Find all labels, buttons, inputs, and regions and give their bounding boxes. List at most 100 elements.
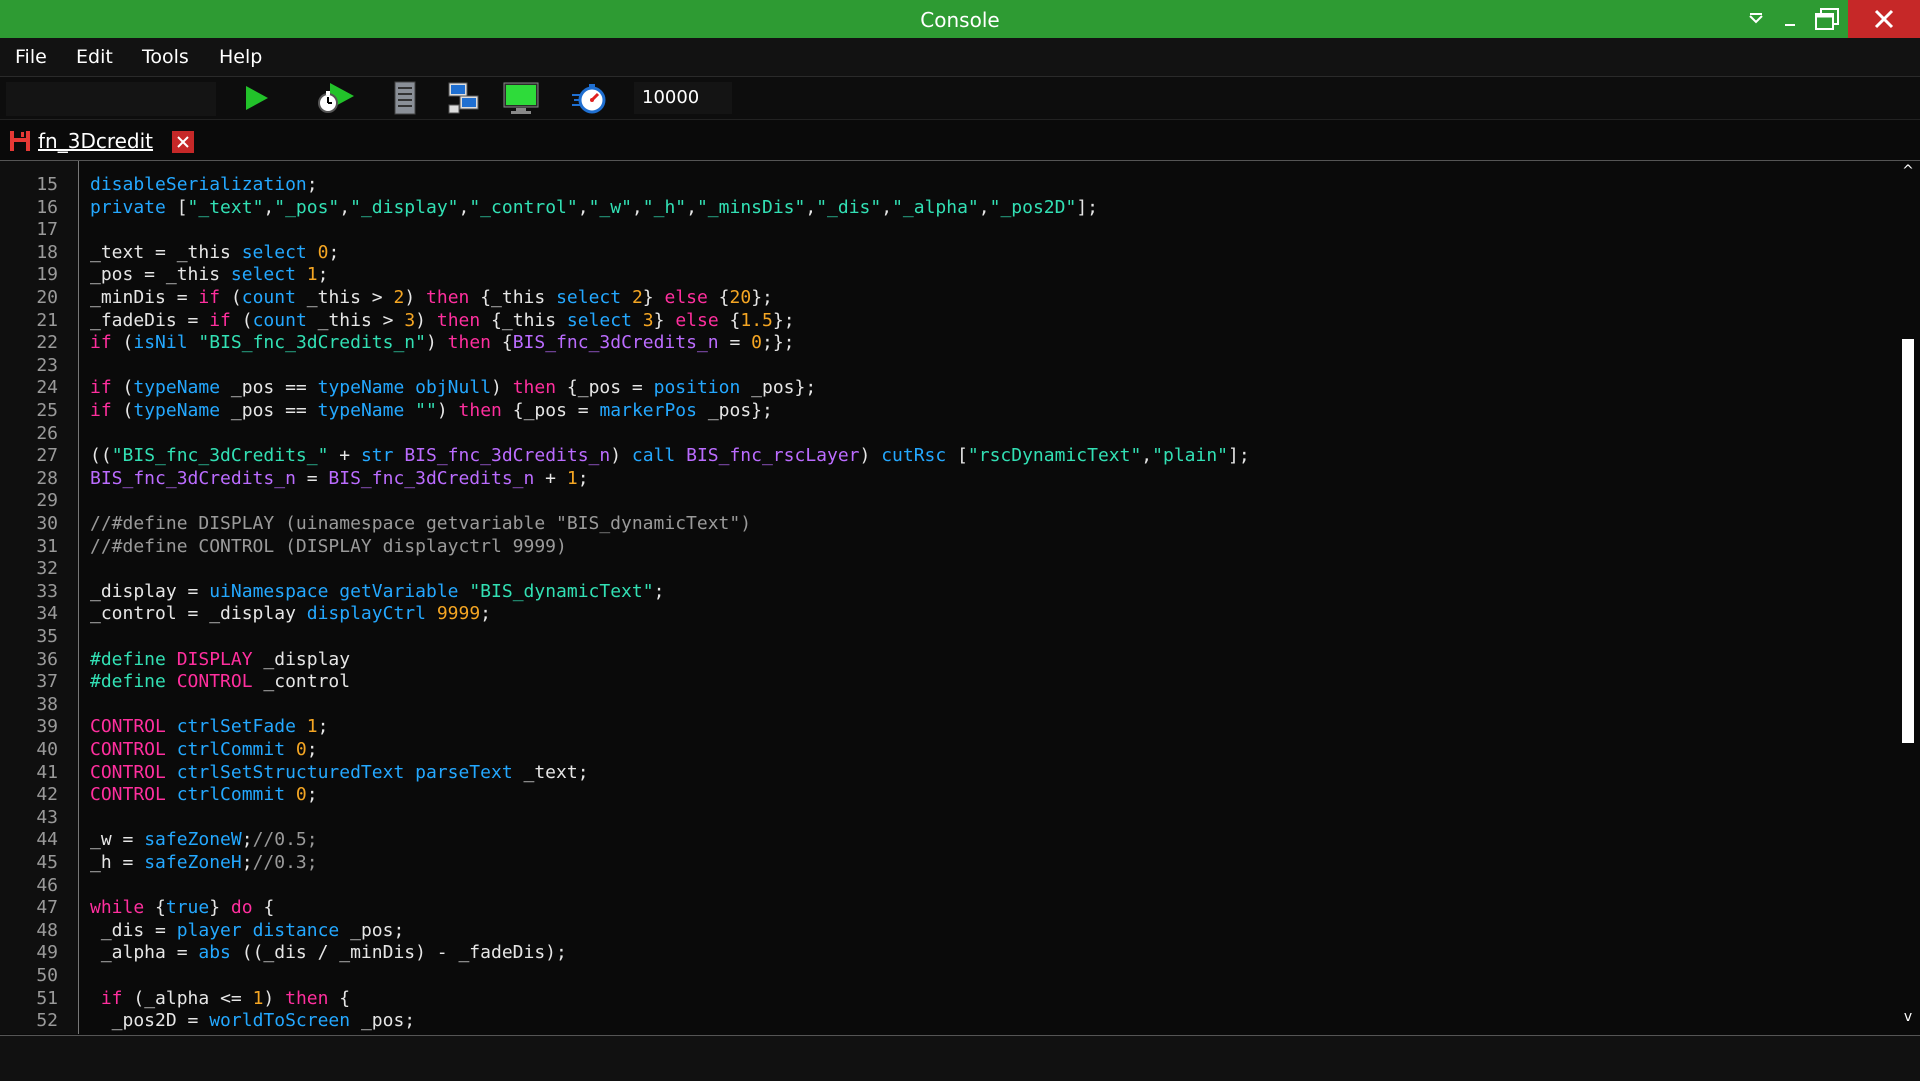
menu-help[interactable]: Help bbox=[219, 38, 262, 76]
code-token: ;}; bbox=[761, 332, 795, 354]
code-editor[interactable]: 15 16 17 18 19 20 21 22 23 24 25 26 27 28 29 30 31 32 33 34… bbox=[0, 161, 1920, 1034]
line-number: 36 bbox=[36, 648, 58, 670]
iteration-count-field[interactable]: 10000 bbox=[634, 82, 732, 114]
code-token: do bbox=[230, 897, 253, 919]
title-bar: Console bbox=[0, 0, 1920, 38]
code-line: //#define DISPLAY (uinamespace getvariab… bbox=[90, 513, 751, 535]
code-token: ( bbox=[220, 287, 242, 308]
code-token: "_pos2D" bbox=[989, 196, 1077, 218]
menu-tools[interactable]: Tools bbox=[142, 38, 189, 76]
scroll-down-icon[interactable]: v bbox=[1896, 1009, 1920, 1025]
code-line: CONTROL ctrlSetStructuredText parseText … bbox=[90, 762, 589, 784]
code-token: + bbox=[328, 445, 361, 467]
code-token: ; bbox=[480, 603, 492, 625]
code-token: ctrlCommit bbox=[176, 739, 286, 760]
code-token: markerPos bbox=[599, 400, 697, 421]
code-line: CONTROL ctrlCommit 0; bbox=[90, 784, 318, 806]
code-token: "_control" bbox=[469, 196, 578, 218]
line-number: 29 bbox=[36, 490, 58, 512]
scroll-up-icon[interactable]: ^ bbox=[1896, 163, 1920, 179]
code-token: (( bbox=[90, 445, 112, 467]
execute-button[interactable] bbox=[240, 81, 272, 115]
code-token: _pos = _this bbox=[90, 264, 231, 286]
code-token: _display bbox=[252, 648, 351, 670]
code-token: BIS_fnc_3dCredits_n bbox=[404, 445, 611, 467]
code-line: while {true} do { bbox=[90, 897, 274, 919]
code-token: typeName bbox=[317, 400, 405, 421]
local-exec-button[interactable] bbox=[502, 81, 540, 115]
line-number: 24 bbox=[36, 377, 58, 399]
dropdown-arrow-icon[interactable] bbox=[1742, 0, 1770, 38]
maximize-button[interactable] bbox=[1810, 0, 1844, 38]
code-token: + bbox=[534, 467, 567, 489]
code-token: ctrlSetFade bbox=[176, 716, 296, 738]
line-number: 22 bbox=[36, 332, 58, 354]
code-token: , bbox=[978, 196, 990, 218]
code-token: = bbox=[295, 467, 329, 489]
search-input[interactable] bbox=[6, 82, 216, 116]
code-token: ; bbox=[317, 716, 329, 738]
code-token: DISPLAY bbox=[176, 648, 253, 670]
line-number: 37 bbox=[36, 671, 58, 693]
code-token: safeZoneH bbox=[144, 852, 242, 873]
code-token: #define bbox=[90, 648, 166, 670]
code-token: , bbox=[631, 196, 643, 218]
minimize-button[interactable] bbox=[1776, 0, 1804, 38]
code-token: ) bbox=[859, 445, 882, 467]
code-token: count bbox=[252, 309, 307, 331]
code-token: ctrlSetStructuredText bbox=[176, 761, 405, 783]
code-token: select bbox=[230, 264, 296, 286]
code-token: distance bbox=[252, 919, 340, 941]
code-token: {_this bbox=[469, 287, 557, 308]
code-token: "_text" bbox=[187, 196, 264, 218]
code-token: ) bbox=[425, 332, 448, 354]
code-token: 0 bbox=[295, 739, 307, 760]
code-token: "_minsDis" bbox=[696, 196, 806, 218]
tab-bar: fn_3Dcredit bbox=[0, 120, 1920, 161]
line-number: 47 bbox=[36, 897, 58, 919]
performance-button[interactable] bbox=[570, 81, 610, 115]
code-token: ((_dis / _minDis) - _fadeDis); bbox=[230, 942, 567, 964]
code-token: 2 bbox=[631, 287, 643, 308]
code-token: 0 bbox=[295, 784, 307, 806]
code-line: private ["_text","_pos","_display","_con… bbox=[90, 197, 1098, 219]
code-token: ; bbox=[306, 174, 318, 195]
code-line: CONTROL ctrlCommit 0; bbox=[90, 739, 318, 761]
code-token: { bbox=[328, 987, 351, 1009]
tab-fn-3dcredit[interactable]: fn_3Dcredit bbox=[8, 126, 153, 156]
save-icon bbox=[10, 131, 30, 151]
code-area[interactable]: disableSerialization; private ["_text","_… bbox=[90, 161, 1880, 1034]
code-token: CONTROL bbox=[90, 784, 166, 806]
close-icon bbox=[1874, 9, 1894, 29]
menu-edit[interactable]: Edit bbox=[76, 38, 113, 76]
menu-file[interactable]: File bbox=[15, 38, 47, 76]
global-exec-button[interactable] bbox=[446, 81, 482, 115]
code-token: 0 bbox=[317, 241, 329, 263]
code-token: position bbox=[653, 377, 741, 399]
close-button[interactable] bbox=[1848, 0, 1920, 38]
code-token: _pos}; bbox=[697, 400, 773, 421]
code-token: if bbox=[90, 332, 112, 354]
code-token: ]; bbox=[1076, 196, 1098, 218]
network-icon bbox=[448, 82, 479, 114]
server-exec-button[interactable] bbox=[390, 81, 420, 115]
code-token: {_pos = bbox=[556, 377, 654, 399]
toolbar: 10000 bbox=[0, 77, 1920, 120]
code-token: ; bbox=[306, 739, 318, 760]
code-token: = bbox=[718, 332, 752, 354]
code-token: disableSerialization bbox=[90, 174, 307, 195]
code-token: then bbox=[285, 987, 329, 1009]
code-line: _pos = _this select 1; bbox=[90, 264, 328, 286]
code-token: {_pos = bbox=[501, 400, 600, 421]
scrollbar-thumb[interactable] bbox=[1902, 339, 1914, 743]
line-number: 31 bbox=[36, 535, 58, 557]
code-token: _this > bbox=[295, 287, 394, 308]
vertical-scrollbar[interactable]: ^ v bbox=[1896, 161, 1920, 1034]
tab-close-button[interactable] bbox=[172, 131, 194, 153]
timed-execute-button[interactable] bbox=[314, 81, 356, 115]
